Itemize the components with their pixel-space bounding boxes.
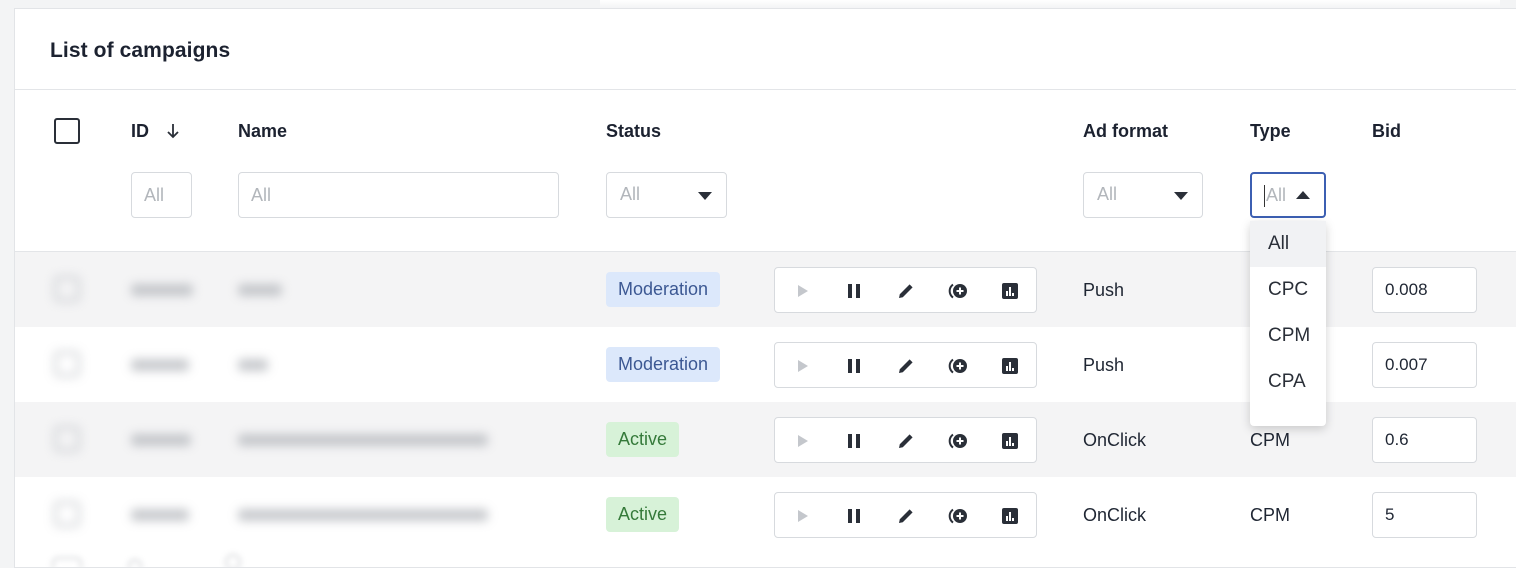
ad-format-cell: Push <box>1083 280 1125 300</box>
play-icon[interactable] <box>791 355 813 377</box>
title-divider <box>15 89 1516 90</box>
type-filter-value: All <box>1266 185 1287 205</box>
column-header-id[interactable]: ID <box>131 121 149 142</box>
row-actions <box>774 267 1037 313</box>
type-cell: CPM <box>1250 505 1290 525</box>
row-checkbox[interactable] <box>54 351 80 377</box>
stats-icon[interactable] <box>999 505 1021 527</box>
redacted-id <box>131 284 193 296</box>
add-circle-icon[interactable] <box>947 430 969 452</box>
select-all-checkbox[interactable] <box>54 118 80 144</box>
stats-icon[interactable] <box>999 355 1021 377</box>
ad-format-cell: OnClick <box>1083 505 1147 525</box>
add-circle-icon[interactable] <box>947 280 969 302</box>
ad-format-cell: OnClick <box>1083 430 1147 450</box>
row-checkbox[interactable] <box>54 501 80 527</box>
redacted-id <box>131 359 189 371</box>
type-option-all[interactable]: All <box>1250 221 1326 267</box>
edit-icon[interactable] <box>895 280 917 302</box>
column-header-type: Type <box>1250 121 1291 141</box>
id-filter-input[interactable] <box>131 172 192 218</box>
row-actions <box>774 417 1037 463</box>
page-top-edge <box>600 0 1500 8</box>
redacted-name <box>238 284 282 296</box>
name-filter-input[interactable] <box>238 172 559 218</box>
row-checkbox[interactable] <box>54 426 80 452</box>
pause-icon[interactable] <box>843 355 865 377</box>
pause-icon[interactable] <box>843 280 865 302</box>
status-badge: Active <box>606 422 680 457</box>
pause-icon[interactable] <box>843 505 865 527</box>
add-circle-icon[interactable] <box>947 355 969 377</box>
row-checkbox[interactable] <box>54 276 80 302</box>
next-row-partial <box>15 554 535 567</box>
row-actions <box>774 342 1037 388</box>
stats-icon[interactable] <box>999 430 1021 452</box>
play-icon[interactable] <box>791 430 813 452</box>
redacted-name <box>238 359 268 371</box>
campaigns-card: List of campaigns ID Name Status Ad form… <box>14 8 1516 568</box>
bid-input[interactable] <box>1372 417 1477 463</box>
play-icon[interactable] <box>791 505 813 527</box>
chevron-down-icon <box>1174 192 1188 200</box>
play-icon[interactable] <box>791 280 813 302</box>
column-header-name: Name <box>238 121 288 141</box>
page-title: List of campaigns <box>50 39 231 62</box>
stats-icon[interactable] <box>999 280 1021 302</box>
bid-input[interactable] <box>1372 342 1477 388</box>
type-filter-select[interactable]: All <box>1250 172 1326 218</box>
status-badge: Moderation <box>606 347 721 382</box>
status-badge: Active <box>606 497 680 532</box>
text-cursor <box>1264 185 1265 207</box>
redacted-name <box>238 434 488 446</box>
status-filter-value: All <box>620 184 641 204</box>
row-actions <box>774 492 1037 538</box>
column-header-ad-format: Ad format <box>1083 121 1168 141</box>
type-cell: CPM <box>1250 430 1290 450</box>
type-option-cpm[interactable]: CPM <box>1250 313 1326 359</box>
ad-format-cell: Push <box>1083 355 1125 375</box>
ad-format-filter-value: All <box>1097 184 1118 204</box>
type-option-cpc[interactable]: CPC <box>1250 267 1326 313</box>
column-header-status: Status <box>606 121 662 141</box>
type-dropdown-menu: All CPC CPM CPA <box>1250 221 1326 426</box>
redacted-id <box>131 434 191 446</box>
pause-icon[interactable] <box>843 430 865 452</box>
chevron-down-icon <box>698 192 712 200</box>
chevron-up-icon <box>1296 191 1310 199</box>
ad-format-filter-select[interactable]: All <box>1083 172 1203 218</box>
status-filter-select[interactable]: All <box>606 172 727 218</box>
bid-input[interactable] <box>1372 267 1477 313</box>
type-option-cpa[interactable]: CPA <box>1250 359 1326 405</box>
edit-icon[interactable] <box>895 355 917 377</box>
column-header-bid: Bid <box>1372 121 1401 141</box>
add-circle-icon[interactable] <box>947 505 969 527</box>
bid-input[interactable] <box>1372 492 1477 538</box>
edit-icon[interactable] <box>895 430 917 452</box>
sort-descending-icon[interactable] <box>165 121 181 141</box>
status-badge: Moderation <box>606 272 721 307</box>
redacted-name <box>238 509 488 521</box>
table-row[interactable]: Active OnClick CPM <box>15 477 1516 552</box>
redacted-id <box>131 509 189 521</box>
edit-icon[interactable] <box>895 505 917 527</box>
